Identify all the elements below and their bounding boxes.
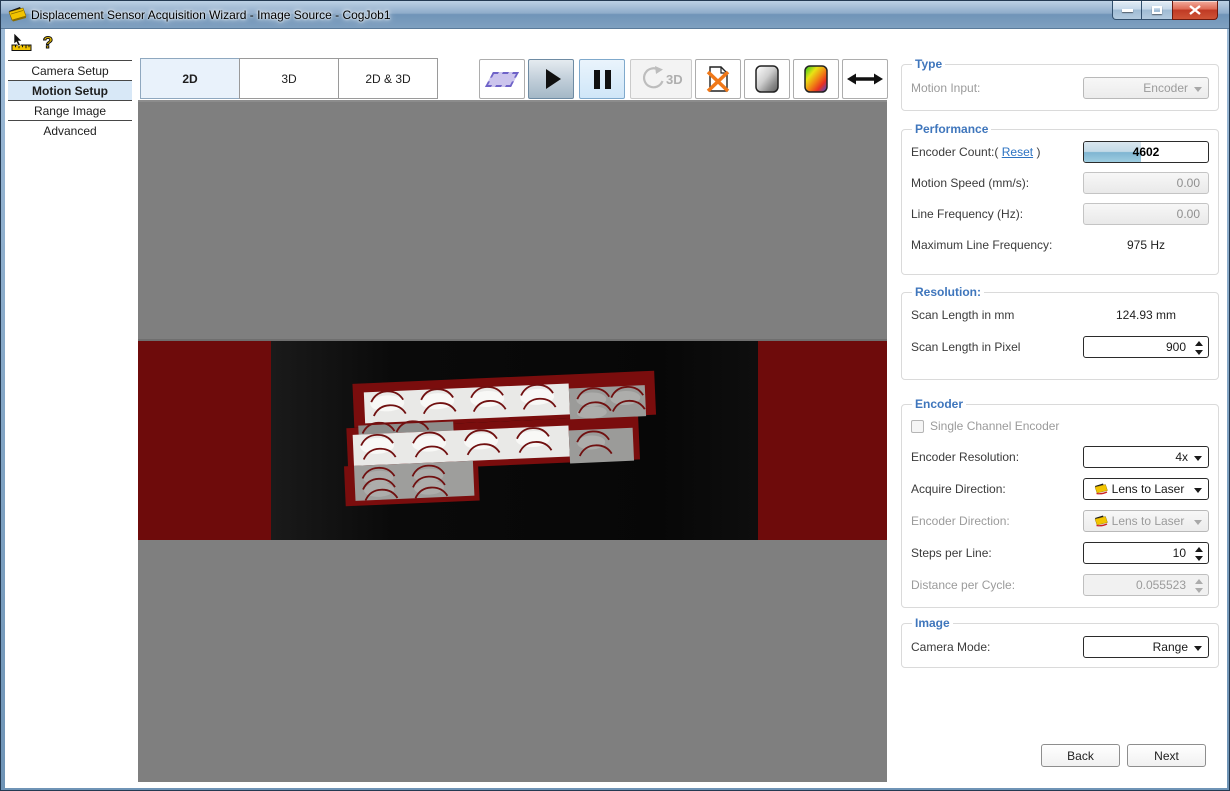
reset-link[interactable]: Reset — [1002, 145, 1033, 159]
stepper-arrows-icon — [1195, 579, 1203, 593]
window-title: Displacement Sensor Acquisition Wizard -… — [31, 1, 391, 29]
group-encoder-title: Encoder — [912, 397, 966, 411]
next-button[interactable]: Next — [1127, 744, 1206, 767]
motion-input-dropdown: Encoder — [1083, 77, 1209, 99]
image-none-button[interactable] — [695, 59, 741, 99]
image-color-button[interactable] — [793, 59, 839, 99]
line-frequency-label: Line Frequency (Hz): — [911, 207, 1023, 221]
sidebar: Camera Setup Motion Setup Range Image Ad… — [8, 60, 132, 141]
fit-width-button[interactable] — [842, 59, 888, 99]
group-resolution-title: Resolution: — [912, 285, 984, 299]
refresh-3d-button: 3D — [630, 59, 692, 99]
chevron-down-icon — [1194, 520, 1202, 525]
quick-toolbar: ? — [11, 33, 55, 57]
sensor-direction-icon — [1094, 515, 1109, 527]
distance-per-cycle-stepper: 0.055523 — [1083, 574, 1209, 596]
scan-length-pixel-stepper[interactable]: 900 — [1083, 336, 1209, 358]
tab-3d[interactable]: 3D — [239, 58, 339, 99]
image-grayscale-button[interactable] — [744, 59, 790, 99]
distance-per-cycle-label: Distance per Cycle: — [911, 578, 1015, 592]
max-line-frequency-value: 975 Hz — [1083, 238, 1209, 252]
scan-length-mm-label: Scan Length in mm — [911, 308, 1014, 322]
app-icon — [8, 6, 27, 28]
tab-2d-3d[interactable]: 2D & 3D — [338, 58, 438, 99]
encoder-direction-label: Encoder Direction: — [911, 514, 1010, 528]
tab-2d[interactable]: 2D — [140, 58, 240, 99]
roi-region-icon — [485, 72, 519, 87]
help-icon[interactable]: ? — [41, 33, 55, 57]
chevron-down-icon — [1194, 87, 1202, 92]
group-type-title: Type — [912, 57, 945, 71]
stepper-arrows-icon[interactable] — [1195, 547, 1203, 561]
motion-input-label: Motion Input: — [911, 81, 980, 95]
back-button[interactable]: Back — [1041, 744, 1120, 767]
group-performance-title: Performance — [912, 122, 991, 136]
stepper-arrows-icon[interactable] — [1195, 341, 1203, 355]
group-performance: Performance Encoder Count:( Reset ) 4602… — [901, 122, 1219, 275]
single-channel-checkbox — [911, 420, 924, 433]
sidebar-item-advanced[interactable]: Advanced — [8, 121, 132, 141]
sidebar-item-camera-setup[interactable]: Camera Setup — [8, 61, 132, 81]
encoder-direction-dropdown: Lens to Laser — [1083, 510, 1209, 532]
line-frequency-field: 0.00 — [1083, 203, 1209, 225]
color-image-icon — [803, 64, 829, 94]
app-window: Displacement Sensor Acquisition Wizard -… — [0, 0, 1230, 791]
encoder-count-field: 4602 — [1083, 141, 1209, 163]
camera-mode-dropdown[interactable]: Range — [1083, 636, 1209, 658]
steps-per-line-label: Steps per Line: — [911, 546, 992, 560]
single-channel-label: Single Channel Encoder — [930, 419, 1059, 433]
title-bar[interactable]: Displacement Sensor Acquisition Wizard -… — [1, 1, 1230, 29]
acquire-direction-dropdown[interactable]: Lens to Laser — [1083, 478, 1209, 500]
encoder-resolution-label: Encoder Resolution: — [911, 450, 1019, 464]
chevron-down-icon — [1194, 456, 1202, 461]
chevron-down-icon — [1194, 488, 1202, 493]
horizontal-arrow-icon — [847, 72, 883, 86]
svg-text:3D: 3D — [666, 72, 683, 87]
svg-text:?: ? — [43, 33, 53, 52]
scan-image — [138, 102, 887, 782]
maximize-icon — [1152, 6, 1162, 14]
roi-select-button[interactable] — [479, 59, 525, 99]
motion-speed-field: 0.00 — [1083, 172, 1209, 194]
group-image-title: Image — [912, 616, 953, 630]
group-resolution: Resolution: Scan Length in mm 124.93 mm … — [901, 285, 1219, 380]
camera-mode-label: Camera Mode: — [911, 640, 990, 654]
no-image-icon — [703, 64, 733, 94]
play-icon — [546, 69, 561, 89]
steps-per-line-stepper[interactable]: 10 — [1083, 542, 1209, 564]
pause-button[interactable] — [579, 59, 625, 99]
scan-length-pixel-label: Scan Length in Pixel — [911, 340, 1020, 354]
chevron-down-icon — [1194, 646, 1202, 651]
view-tabbar: 2D 3D 2D & 3D — [140, 58, 438, 99]
acquire-direction-label: Acquire Direction: — [911, 482, 1006, 496]
sidebar-item-range-image[interactable]: Range Image — [8, 101, 132, 121]
main-content: ? Camera Setup Motion Setup Range Image … — [5, 29, 1227, 788]
motion-speed-label: Motion Speed (mm/s): — [911, 176, 1029, 190]
scan-length-mm-value: 124.93 mm — [1083, 308, 1209, 322]
minimize-button[interactable] — [1112, 1, 1142, 20]
group-type: Type Motion Input: Encoder — [901, 57, 1219, 111]
image-viewer[interactable] — [138, 102, 887, 782]
window-controls — [1112, 1, 1218, 20]
measure-tool-icon[interactable] — [11, 33, 32, 57]
sidebar-item-motion-setup[interactable]: Motion Setup — [8, 81, 132, 101]
grayscale-image-icon — [754, 64, 780, 94]
group-image: Image Camera Mode: Range — [901, 616, 1219, 668]
play-button[interactable] — [528, 59, 574, 99]
encoder-count-label: Encoder Count:( Reset ) — [911, 145, 1040, 159]
max-line-frequency-label: Maximum Line Frequency: — [911, 238, 1052, 252]
encoder-resolution-dropdown[interactable]: 4x — [1083, 446, 1209, 468]
close-button[interactable] — [1172, 1, 1218, 20]
refresh-3d-icon: 3D — [635, 65, 687, 93]
sensor-direction-icon — [1094, 483, 1109, 495]
maximize-button[interactable] — [1142, 1, 1172, 20]
group-encoder: Encoder Single Channel Encoder Encoder R… — [901, 397, 1219, 608]
minimize-icon — [1122, 9, 1133, 12]
close-icon — [1189, 5, 1201, 15]
pause-icon — [594, 70, 611, 89]
